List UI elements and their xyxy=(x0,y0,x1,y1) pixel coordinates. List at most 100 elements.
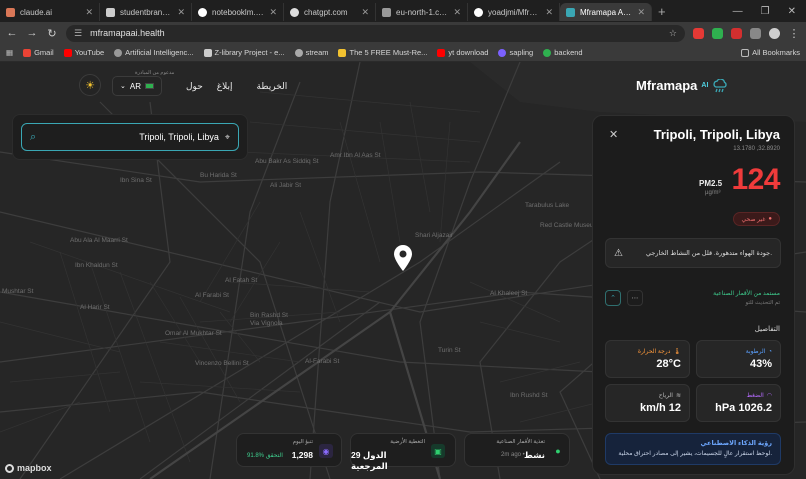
browser-tab[interactable]: studentbranches.ie ✕ xyxy=(100,3,192,21)
language-selector[interactable]: ⌄ AR xyxy=(112,76,162,96)
stat-title: التغطية الأرضية xyxy=(390,439,425,445)
menu-kebab-icon[interactable]: ⋮ xyxy=(788,27,800,40)
brand-logo[interactable]: Mframapa AI xyxy=(636,78,728,93)
bookmark-item[interactable]: stream xyxy=(294,48,328,57)
extension-icon[interactable] xyxy=(693,27,704,39)
browser-tab[interactable]: yoadjmi/Mframapa-A ✕ xyxy=(468,3,560,21)
bookmark-favicon-icon xyxy=(63,48,72,57)
stat-extra: 2m ago • xyxy=(501,452,525,458)
street-label: Bin Rashd St xyxy=(250,312,288,319)
health-status-badge: غير صحي ● xyxy=(733,212,780,226)
ai-insight-text: لوحظ استقرار عالٍ للجسيمات، يشير إلى مصا… xyxy=(618,451,772,457)
bookmark-item[interactable]: backend xyxy=(543,48,583,57)
collapse-chevron-icon[interactable]: ⌃ xyxy=(605,290,621,306)
nav-about[interactable]: حول xyxy=(186,81,203,92)
bookmark-item[interactable]: Artificial Intelligenc... xyxy=(114,48,194,57)
street-label: Turin St xyxy=(438,347,461,354)
bookmark-label: backend xyxy=(554,48,583,57)
close-tab-icon[interactable]: ✕ xyxy=(637,7,645,18)
minimize-icon[interactable]: — xyxy=(733,6,743,17)
search-icon: ⌕ xyxy=(30,130,37,143)
tab-title: Mframapa AI - Satell xyxy=(580,7,632,17)
tab-favicon-icon xyxy=(474,7,483,17)
pollutant-label: PM2.5 xyxy=(699,179,723,188)
bookmark-star-icon[interactable]: ☆ xyxy=(669,28,677,39)
search-input[interactable] xyxy=(42,132,219,142)
url-text: mframapaai.health xyxy=(90,28,165,38)
browser-tab[interactable]: notebooklm.google. ✕ xyxy=(192,3,284,21)
tab-title: claude.ai xyxy=(20,7,53,17)
profile-avatar-icon[interactable] xyxy=(769,27,780,39)
url-bar[interactable]: ☰ mframapaai.health ☆ xyxy=(66,24,685,42)
bookmark-item[interactable]: The 5 FREE Must-Re... xyxy=(338,48,427,57)
browser-tab[interactable]: chatgpt.com ✕ xyxy=(284,3,376,21)
health-status-text: غير صحي xyxy=(741,216,766,223)
close-window-icon[interactable]: ✕ xyxy=(788,6,796,17)
street-label: Ibn Khaldun St xyxy=(75,262,118,269)
extensions-puzzle-icon[interactable] xyxy=(750,27,761,39)
reload-icon[interactable]: ↻ xyxy=(46,27,58,40)
theme-toggle-sun-icon[interactable]: ☀ xyxy=(79,74,101,96)
mapbox-logo-icon xyxy=(5,463,14,473)
street-label: Abu Bakr As Siddiq St xyxy=(255,158,319,165)
tab-favicon-icon xyxy=(382,7,391,17)
coordinates: 13.1780 ,32.8920 xyxy=(733,146,780,152)
bookmark-favicon-icon xyxy=(338,48,347,57)
close-panel-icon[interactable]: ✕ xyxy=(609,128,618,141)
bookmark-item[interactable]: Z-library Project - e... xyxy=(203,48,285,57)
tab-title: yoadjmi/Mframapa-A xyxy=(488,7,541,17)
data-source-updated: تم التحديث للتو xyxy=(745,300,780,306)
nav-map[interactable]: الخريطة xyxy=(257,81,288,92)
map-canvas[interactable]: Ibn Sina St Abu Bakr As Siddiq St Bu Har… xyxy=(0,62,806,479)
back-icon[interactable]: ← xyxy=(6,27,18,39)
restore-icon[interactable]: ❐ xyxy=(761,6,770,17)
browser-tab[interactable]: eu-north-1.console. ✕ xyxy=(376,3,468,21)
stat-value: 1,298 xyxy=(291,450,313,460)
street-label: Vincenzo Bellini St xyxy=(195,360,249,367)
extension-icon[interactable] xyxy=(731,27,742,39)
brand-sup: AI xyxy=(701,82,709,89)
bookmark-item[interactable]: sapling xyxy=(498,48,533,57)
bookmark-label: Artificial Intelligenc... xyxy=(125,48,194,57)
tab-favicon-icon xyxy=(198,7,207,17)
browser-tab[interactable]: claude.ai ✕ xyxy=(0,3,100,21)
share-icon[interactable]: ⋯ xyxy=(627,290,643,306)
coverage-icon: ▣ xyxy=(431,444,445,458)
wind-icon: ≋ xyxy=(675,393,681,399)
tab-favicon-icon xyxy=(6,7,15,17)
bookmark-item[interactable]: yt download xyxy=(437,48,488,57)
metric-card-temperature: درجة الحرارة 🌡 28°C xyxy=(605,340,690,378)
search-field[interactable]: ⌕ ⌖ xyxy=(21,123,239,151)
new-tab-button[interactable]: + xyxy=(658,4,666,19)
close-tab-icon[interactable]: ✕ xyxy=(453,7,461,18)
all-bookmarks-button[interactable]: All Bookmarks xyxy=(741,48,800,57)
street-label: Shari Aljazair xyxy=(415,232,453,239)
close-tab-icon[interactable]: ✕ xyxy=(361,7,369,18)
close-tab-icon[interactable]: ✕ xyxy=(269,7,277,18)
location-marker-icon[interactable] xyxy=(392,244,414,272)
tab-favicon-icon xyxy=(290,7,299,17)
status-dot-icon: ● xyxy=(555,446,561,456)
bookmark-item[interactable]: Gmail xyxy=(23,48,54,57)
location-pin-icon[interactable]: ⌖ xyxy=(225,132,230,143)
close-tab-icon[interactable]: ✕ xyxy=(177,7,185,18)
extension-icon[interactable] xyxy=(712,27,723,39)
apps-grid-icon[interactable]: ▦ xyxy=(6,48,13,57)
bookmark-label: yt download xyxy=(448,48,489,57)
stat-value: 29 الدول المرجعية xyxy=(351,450,388,471)
metric-label: الرطوبة ◔ xyxy=(746,348,772,356)
nav-report[interactable]: إبلاغ xyxy=(217,81,233,92)
street-label: Amr Ibn Al Aas St xyxy=(330,152,381,159)
close-tab-icon[interactable]: ✕ xyxy=(85,7,93,18)
street-label: Abu Ala Al Maarri St xyxy=(70,237,128,244)
mapbox-attribution[interactable]: mapbox xyxy=(5,463,52,473)
browser-tab-active[interactable]: Mframapa AI - Satell ✕ xyxy=(560,3,652,21)
close-tab-icon[interactable]: ✕ xyxy=(545,7,553,18)
aqi-value: 124 xyxy=(731,163,780,196)
bookmark-favicon-icon xyxy=(498,48,507,57)
bookmark-item[interactable]: YouTube xyxy=(63,48,104,57)
forward-icon[interactable]: → xyxy=(26,27,38,39)
bookmarks-bar: ▦ Gmail YouTube Artificial Intelligenc..… xyxy=(0,44,806,62)
folder-icon xyxy=(741,48,750,57)
site-info-icon[interactable]: ☰ xyxy=(74,28,82,39)
